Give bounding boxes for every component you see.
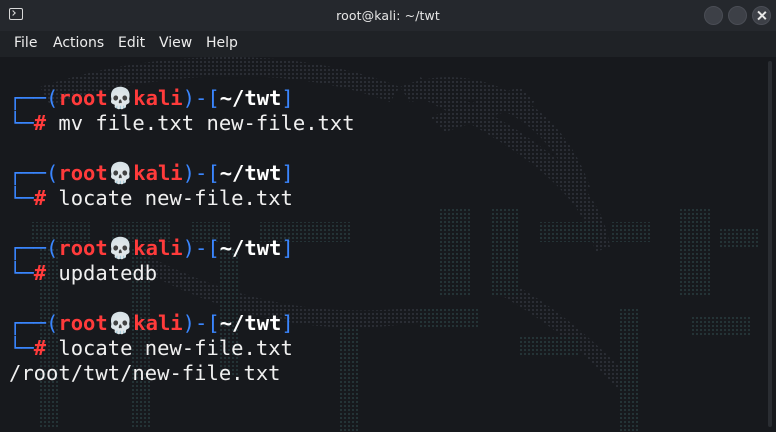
menu-bar: File Actions Edit View Help: [0, 31, 776, 57]
title-bar[interactable]: root@kali: ~/twt: [0, 0, 776, 31]
prompt-host: kali: [133, 311, 183, 335]
command-text: locate new-file.txt: [46, 186, 293, 210]
skull-icon: 💀: [107, 311, 134, 335]
menu-file[interactable]: File: [14, 35, 37, 51]
command-text: mv file.txt new-file.txt: [46, 111, 355, 135]
command-line: └─# locate new-file.txt: [9, 336, 293, 361]
prompt-symbol: #: [33, 261, 47, 285]
prompt-user: root: [58, 161, 108, 185]
prompt-user: root: [58, 236, 108, 260]
prompt-bracket: ┌──(: [9, 86, 59, 110]
prompt-separator: )-[: [182, 161, 220, 185]
maximize-button[interactable]: [728, 6, 747, 25]
prompt-host: kali: [133, 86, 183, 110]
prompt-corner: └─: [9, 186, 34, 210]
prompt-line: ┌──(root💀kali)-[~/twt]: [9, 86, 294, 111]
prompt-user: root: [58, 311, 108, 335]
prompt-line: ┌──(root💀kali)-[~/twt]: [9, 161, 294, 186]
command-line: └─# mv file.txt new-file.txt: [9, 111, 355, 136]
prompt-bracket-close: ]: [281, 161, 294, 185]
close-button[interactable]: [752, 6, 771, 25]
command-line: └─# locate new-file.txt: [9, 186, 293, 211]
prompt-bracket-close: ]: [281, 236, 294, 260]
prompt-corner: └─: [9, 261, 34, 285]
window-title: root@kali: ~/twt: [336, 8, 440, 23]
menu-actions[interactable]: Actions: [53, 35, 104, 51]
prompt-bracket: ┌──(: [9, 311, 59, 335]
minimize-button[interactable]: [704, 6, 723, 25]
skull-icon: 💀: [107, 161, 134, 185]
prompt-line: ┌──(root💀kali)-[~/twt]: [9, 236, 294, 261]
prompt-host: kali: [133, 161, 183, 185]
prompt-line: ┌──(root💀kali)-[~/twt]: [9, 311, 294, 336]
command-text: updatedb: [46, 261, 158, 285]
command-output: /root/twt/new-file.txt: [9, 361, 281, 385]
command-text: locate new-file.txt: [46, 336, 293, 360]
prompt-host: kali: [133, 236, 183, 260]
prompt-user: root: [58, 86, 108, 110]
prompt-separator: )-[: [182, 86, 220, 110]
scrollbar[interactable]: [768, 61, 772, 427]
prompt-path: ~/twt: [219, 236, 282, 260]
prompt-bracket-close: ]: [281, 86, 294, 110]
terminal-window: root@kali: ~/twt File Actions Edit View …: [0, 0, 776, 432]
menu-help[interactable]: Help: [206, 35, 238, 51]
prompt-corner: └─: [9, 111, 34, 135]
prompt-path: ~/twt: [219, 311, 282, 335]
prompt-symbol: #: [33, 111, 47, 135]
prompt-bracket: ┌──(: [9, 161, 59, 185]
prompt-path: ~/twt: [219, 86, 282, 110]
menu-edit[interactable]: Edit: [118, 35, 145, 51]
prompt-separator: )-[: [182, 311, 220, 335]
prompt-bracket-close: ]: [281, 311, 294, 335]
prompt-bracket: ┌──(: [9, 236, 59, 260]
prompt-separator: )-[: [182, 236, 220, 260]
menu-view[interactable]: View: [159, 35, 192, 51]
command-line: └─# updatedb: [9, 261, 157, 286]
prompt-symbol: #: [33, 336, 47, 360]
terminal-area[interactable]: ┌──(root💀kali)-[~/twt] └─# mv file.txt n…: [0, 57, 776, 432]
prompt-symbol: #: [33, 186, 47, 210]
skull-icon: 💀: [107, 86, 134, 110]
skull-icon: 💀: [107, 236, 134, 260]
prompt-corner: └─: [9, 336, 34, 360]
prompt-path: ~/twt: [219, 161, 282, 185]
